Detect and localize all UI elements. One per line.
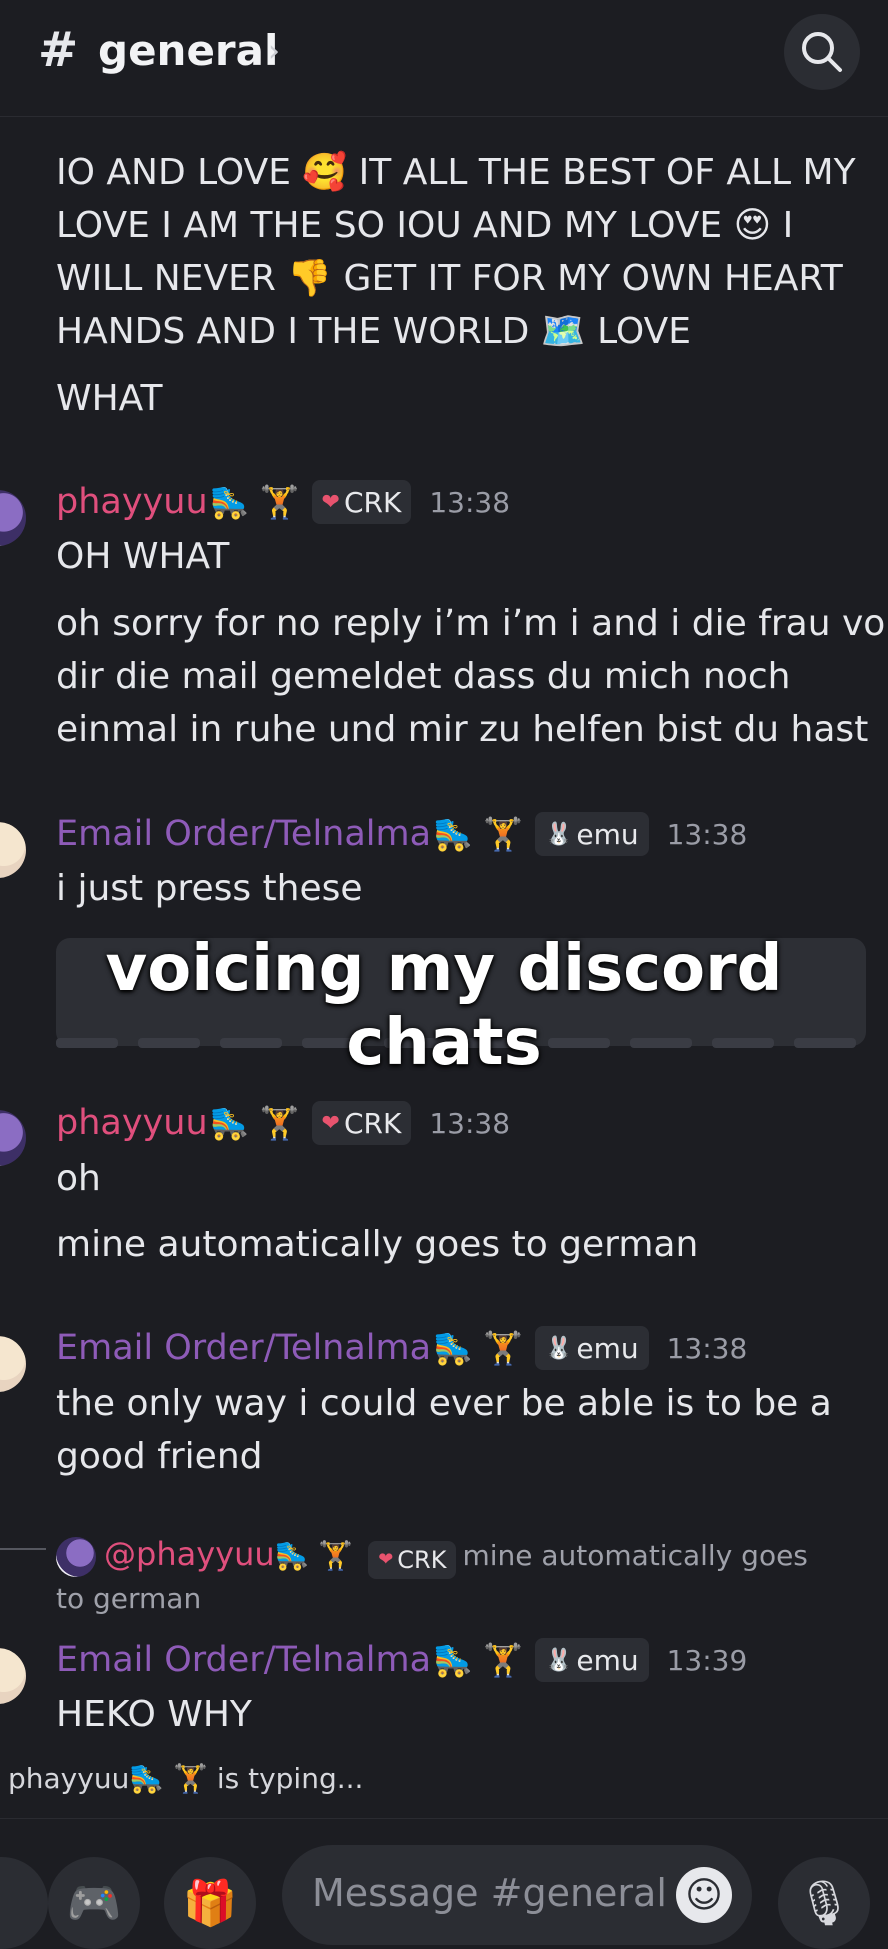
message-text: HEKO WHY <box>56 1694 252 1735</box>
timestamp: 13:38 <box>666 1331 748 1365</box>
message-line: IO AND LOVE 🥰 IT ALL THE BEST OF ALL MY <box>56 152 856 193</box>
message-text: OH WHAT <box>56 536 230 577</box>
message-text: the only way i could ever be able is to … <box>56 1383 832 1424</box>
message-line: WILL NEVER 👎 GET IT FOR MY OWN HEART <box>56 258 843 299</box>
avatar[interactable] <box>0 822 26 878</box>
username[interactable]: Email Order/Telnalma <box>56 814 431 854</box>
role-badge[interactable]: ❤ CRK <box>311 480 412 524</box>
hash-icon: # <box>38 22 79 78</box>
roller-skate-weightlifter-emoji: 🛼 🏋️ <box>209 1104 300 1142</box>
message-header: Email Order/Telnalma 🛼 🏋️ 🐰 emu 13:39 <box>56 1638 747 1682</box>
roller-skate-weightlifter-emoji: 🛼 🏋️ <box>433 1641 523 1679</box>
video-caption: voicing my discord chats <box>105 932 783 1080</box>
message-text: einmal in ruhe und mir zu helfen bist du… <box>56 709 869 750</box>
search-button[interactable] <box>784 14 860 90</box>
reply-mention[interactable]: @phayyuu <box>104 1535 275 1573</box>
game-controller-icon: 🎮 <box>66 1878 122 1929</box>
heart-icon: ❤ <box>378 1549 394 1570</box>
bunny-icon: 🐰 <box>544 1647 573 1673</box>
bunny-icon: 🐰 <box>544 821 573 847</box>
message-header: Email Order/Telnalma 🛼 🏋️ 🐰 emu 13:38 <box>56 812 747 856</box>
message-line: HANDS AND I THE WORLD 🗺️ LOVE <box>56 311 691 352</box>
heart-icon: ❤ <box>321 1110 340 1136</box>
channel-header: # general › <box>0 0 888 117</box>
message-text: good friend <box>56 1436 263 1477</box>
message-input[interactable]: Message #general ☺ <box>282 1845 752 1945</box>
avatar <box>56 1537 96 1577</box>
avatar[interactable] <box>0 1336 26 1392</box>
message-text: oh <box>56 1158 101 1199</box>
reply-text: to german <box>56 1582 202 1615</box>
avatar[interactable] <box>0 1648 26 1704</box>
role-badge[interactable]: 🐰 emu <box>534 812 649 856</box>
timestamp: 13:38 <box>666 817 748 851</box>
gift-button[interactable]: 🎁 <box>164 1857 256 1949</box>
role-badge[interactable]: 🐰 emu <box>534 1326 649 1370</box>
reply-connector <box>0 1548 46 1550</box>
emoji-button[interactable]: ☺ <box>676 1867 732 1923</box>
badge-label: CRK <box>397 1546 447 1574</box>
heart-icon: ❤ <box>321 489 340 515</box>
message-input-placeholder: Message #general <box>312 1871 667 1915</box>
timestamp: 13:38 <box>429 1106 511 1140</box>
voice-message-button[interactable]: 🎙 <box>778 1857 870 1949</box>
avatar[interactable] <box>0 490 26 546</box>
roller-skate-weightlifter-emoji: 🛼 🏋️ <box>433 815 523 853</box>
badge-label: CRK <box>343 1106 402 1140</box>
role-badge: ❤ CRK <box>368 1541 457 1579</box>
message-text: oh sorry for no reply i’m i’m i and i di… <box>56 603 888 644</box>
roller-skate-weightlifter-emoji: 🛼 🏋️ <box>209 483 300 521</box>
role-badge[interactable]: ❤ CRK <box>311 1101 412 1145</box>
badge-label: emu <box>576 1331 639 1365</box>
message-line: LOVE I AM THE SO IOU AND MY LOVE 😍 I <box>56 205 794 246</box>
message-line: WHAT <box>56 378 163 419</box>
username[interactable]: Email Order/Telnalma <box>56 1328 431 1368</box>
plus-button[interactable] <box>0 1857 48 1949</box>
smiley-icon: ☺ <box>685 1874 723 1916</box>
username[interactable]: phayyuu <box>56 1103 208 1143</box>
role-badge[interactable]: 🐰 emu <box>534 1638 649 1682</box>
message-composer: 🎮 🎁 Message #general ☺ 🎙 <box>0 1818 888 1949</box>
roller-skate-weightlifter-emoji: 🛼 🏋️ <box>274 1539 354 1572</box>
reply-preview[interactable]: @phayyuu🛼 🏋️ ❤ CRK mine automatically goes… <box>56 1534 856 1619</box>
message-text: i just press these <box>56 868 363 909</box>
message-header: Email Order/Telnalma 🛼 🏋️ 🐰 emu 13:38 <box>56 1326 747 1370</box>
chevron-right-icon[interactable]: › <box>268 34 280 69</box>
channel-name[interactable]: general <box>98 26 278 75</box>
username[interactable]: Email Order/Telnalma <box>56 1640 431 1680</box>
roller-skate-weightlifter-emoji: 🛼 🏋️ <box>433 1329 523 1367</box>
timestamp: 13:38 <box>429 485 511 519</box>
badge-label: CRK <box>343 485 402 519</box>
message-header: phayyuu 🛼 🏋️ ❤ CRK 13:38 <box>56 480 510 524</box>
typing-indicator: phayyuu🛼 🏋️ is typing... <box>8 1762 364 1795</box>
message-text: mine automatically goes to german <box>56 1224 699 1265</box>
microphone-icon: 🎙 <box>796 1878 852 1929</box>
search-icon <box>802 32 842 72</box>
activities-button[interactable]: 🎮 <box>48 1857 140 1949</box>
avatar[interactable] <box>0 1110 26 1166</box>
bunny-icon: 🐰 <box>544 1335 573 1361</box>
badge-label: emu <box>576 1643 639 1677</box>
message-text: dir die mail gemeldet dass du mich noch <box>56 656 791 697</box>
badge-label: emu <box>576 817 639 851</box>
gift-icon: 🎁 <box>182 1878 238 1929</box>
timestamp: 13:39 <box>666 1643 748 1677</box>
username[interactable]: phayyuu <box>56 482 208 522</box>
reply-text: mine automatically goes <box>462 1539 808 1572</box>
message-header: phayyuu 🛼 🏋️ ❤ CRK 13:38 <box>56 1101 510 1145</box>
